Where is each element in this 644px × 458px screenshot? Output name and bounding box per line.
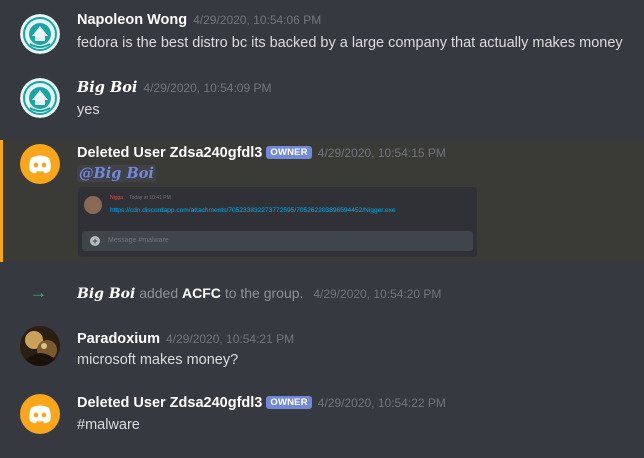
embed-timestamp: Today at 10:41 PM: [129, 195, 171, 201]
timestamp: 4/29/2020, 10:54:22 PM: [317, 396, 446, 410]
timestamp: 4/29/2020, 10:54:06 PM: [193, 13, 322, 27]
emblem-avatar-icon: [20, 14, 60, 54]
message: Big Boi 4/29/2020, 10:54:09 PM yes: [0, 70, 644, 140]
username[interactable]: Deleted User Zdsa240gfdl3: [77, 395, 262, 411]
system-target[interactable]: ACFC: [182, 285, 221, 301]
emblem-avatar-icon: [20, 78, 60, 118]
embed-message-input: + Message #malware: [82, 231, 473, 251]
message: Paradoxium 4/29/2020, 10:54:21 PM microso…: [0, 318, 644, 382]
owner-badge: OWNER: [266, 146, 312, 159]
embed-avatar: [84, 196, 102, 214]
timestamp: 4/29/2020, 10:54:21 PM: [166, 332, 295, 346]
plus-circle-icon: +: [90, 236, 100, 246]
avatar-big-boi[interactable]: [20, 78, 60, 118]
message-text: fedora is the best distro bc its backed …: [77, 35, 623, 51]
discord-logo-icon: [29, 405, 51, 424]
system-action: added: [139, 285, 179, 301]
system-actor[interactable]: Big Boi: [77, 286, 135, 302]
embedded-screenshot[interactable]: Nigga Today at 10:41 PM https://cdn.disco…: [78, 187, 477, 257]
embed-author: Nigga: [110, 195, 124, 201]
message: Deleted User Zdsa240gfdl3 OWNER 4/29/2020,…: [0, 382, 644, 458]
message-text: microsoft makes money?: [77, 352, 239, 368]
username[interactable]: Paradoxium: [77, 331, 160, 347]
system-message: Big Boi added ACFC to the group. 4/29/20…: [77, 285, 441, 302]
username[interactable]: Big Boi: [77, 79, 137, 96]
message-text: yes: [77, 102, 100, 118]
avatar-deleted-user[interactable]: [20, 394, 60, 434]
discord-logo-icon: [29, 155, 51, 174]
message: Napoleon Wong 4/29/2020, 10:54:06 PM fedo…: [0, 0, 644, 70]
message-text: #malware: [77, 417, 140, 433]
avatar-paradoxium[interactable]: [20, 326, 60, 366]
timestamp: 4/29/2020, 10:54:20 PM: [313, 287, 442, 301]
embed-input-placeholder: Message #malware: [108, 237, 169, 244]
message-body: @Big Boi: [77, 165, 156, 182]
embed-header: Nigga Today at 10:41 PM: [110, 195, 171, 201]
avatar-napoleon-wong[interactable]: [20, 14, 60, 54]
timestamp: 4/29/2020, 10:54:09 PM: [143, 81, 272, 95]
system-suffix: to the group.: [224, 285, 304, 301]
user-mention[interactable]: @Big Boi: [77, 165, 156, 182]
username[interactable]: Deleted User Zdsa240gfdl3: [77, 145, 262, 161]
avatar-deleted-user[interactable]: [20, 144, 60, 184]
owner-badge: OWNER: [266, 396, 312, 409]
embed-attachment-link[interactable]: https://cdn.discordapp.com/attachments/7…: [110, 207, 396, 214]
timestamp: 4/29/2020, 10:54:15 PM: [317, 146, 446, 160]
arrow-right-icon: →: [30, 283, 47, 302]
portrait-avatar-icon: [20, 326, 60, 366]
username[interactable]: Napoleon Wong: [77, 12, 187, 28]
